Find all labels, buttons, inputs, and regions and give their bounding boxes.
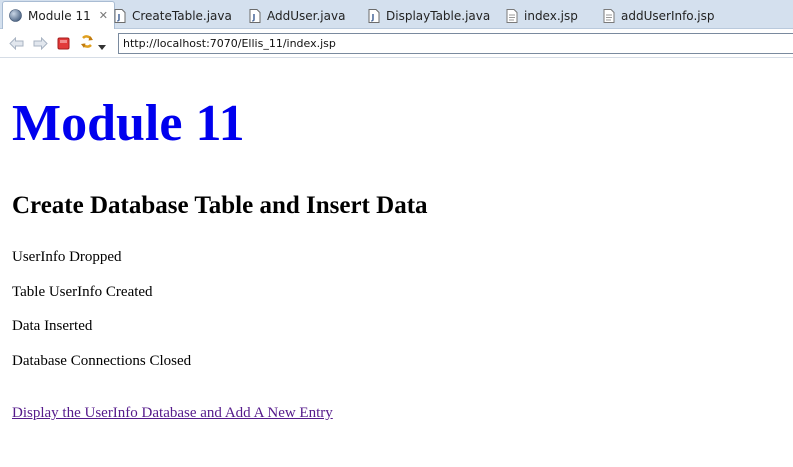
tab-label: index.jsp	[524, 8, 578, 23]
svg-text:J: J	[252, 13, 256, 22]
url-input[interactable]	[118, 33, 793, 54]
tab-module-11[interactable]: Module 11 ✕	[2, 1, 115, 29]
editor-tab-strip: Module 11 ✕ J CreateTable.java J AddUser…	[0, 0, 793, 29]
globe-icon	[9, 9, 22, 22]
chevron-down-icon	[98, 35, 106, 54]
tab-adduserinfo-jsp[interactable]: addUserInfo.jsp	[603, 3, 714, 28]
refresh-icon	[79, 34, 95, 54]
tab-createtable-java[interactable]: J CreateTable.java	[114, 3, 232, 28]
stop-button[interactable]	[55, 36, 71, 52]
page-title: Module 11	[12, 95, 245, 152]
tab-displaytable-java[interactable]: J DisplayTable.java	[368, 3, 490, 28]
tab-label: CreateTable.java	[132, 8, 232, 23]
java-file-icon: J	[249, 8, 261, 23]
tab-index-jsp[interactable]: index.jsp	[506, 3, 578, 28]
tab-label: addUserInfo.jsp	[621, 8, 715, 23]
svg-text:J: J	[117, 13, 121, 22]
close-tab-icon[interactable]: ✕	[99, 9, 108, 22]
svg-text:J: J	[371, 13, 375, 22]
status-message: Table UserInfo Created	[12, 284, 153, 300]
jsp-file-icon	[603, 8, 615, 23]
browser-toolbar	[0, 29, 793, 58]
tab-label: Module 11	[28, 8, 91, 23]
page-subtitle: Create Database Table and Insert Data	[12, 192, 428, 219]
display-userinfo-link[interactable]: Display the UserInfo Database and Add A …	[12, 404, 333, 422]
stop-icon	[57, 35, 70, 54]
status-message: Data Inserted	[12, 318, 93, 334]
refresh-button[interactable]	[79, 34, 95, 54]
status-message: UserInfo Dropped	[12, 249, 122, 265]
history-dropdown[interactable]	[97, 36, 107, 52]
tab-label: DisplayTable.java	[386, 8, 491, 23]
back-button[interactable]	[8, 36, 24, 52]
java-file-icon: J	[368, 8, 380, 23]
tab-label: AddUser.java	[267, 8, 346, 23]
forward-arrow-icon	[33, 35, 48, 54]
tab-adduser-java[interactable]: J AddUser.java	[249, 3, 345, 28]
jsp-file-icon	[506, 8, 518, 23]
forward-button[interactable]	[32, 36, 48, 52]
back-arrow-icon	[8, 35, 24, 54]
status-message: Database Connections Closed	[12, 353, 192, 369]
java-file-icon: J	[114, 8, 126, 23]
